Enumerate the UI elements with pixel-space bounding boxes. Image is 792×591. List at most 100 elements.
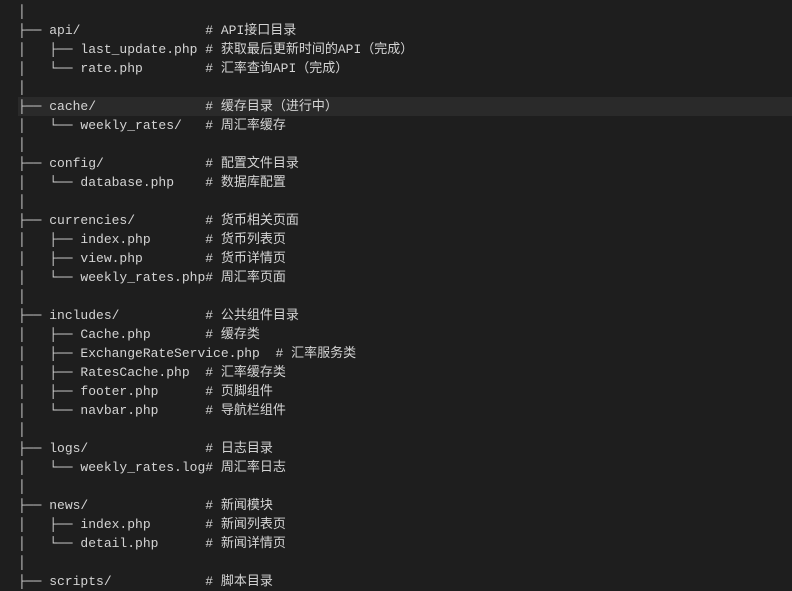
tree-line: │ └── rate.php # 汇率查询API（完成） bbox=[18, 59, 792, 78]
padding bbox=[151, 232, 206, 247]
tree-line: │ ├── index.php # 货币列表页 bbox=[18, 230, 792, 249]
tree-connector: │ bbox=[18, 194, 26, 209]
comment-hash: # bbox=[205, 156, 221, 171]
tree-connector: ├── bbox=[18, 574, 49, 589]
padding bbox=[182, 118, 205, 133]
tree-line: ├── includes/ # 公共组件目录 bbox=[18, 306, 792, 325]
comment-text: 周汇率缓存 bbox=[221, 118, 286, 133]
file-name: config/ bbox=[49, 156, 104, 171]
tree-connector: │ bbox=[18, 289, 26, 304]
tree-connector: │ ├── bbox=[18, 232, 80, 247]
tree-line: │ bbox=[18, 477, 792, 496]
tree-line: │ bbox=[18, 553, 792, 572]
padding bbox=[143, 251, 205, 266]
comment-hash: # bbox=[205, 403, 221, 418]
tree-connector: │ └── bbox=[18, 61, 80, 76]
file-name: weekly_rates.log bbox=[80, 460, 205, 475]
file-name: database.php bbox=[80, 175, 174, 190]
tree-connector: │ bbox=[18, 555, 26, 570]
comment-hash: # bbox=[205, 270, 221, 285]
padding bbox=[88, 498, 205, 513]
comment-hash: # bbox=[205, 536, 221, 551]
tree-line: │ └── detail.php # 新闻详情页 bbox=[18, 534, 792, 553]
comment-text: 缓存类 bbox=[221, 327, 260, 342]
tree-connector: │ bbox=[18, 422, 26, 437]
comment-text: 获取最后更新时间的API（完成） bbox=[221, 42, 413, 57]
comment-hash: # bbox=[205, 213, 221, 228]
file-name: index.php bbox=[80, 517, 150, 532]
tree-line: │ ├── last_update.php # 获取最后更新时间的API（完成） bbox=[18, 40, 792, 59]
tree-connector: ├── bbox=[18, 441, 49, 456]
file-name: includes/ bbox=[49, 308, 119, 323]
file-name: index.php bbox=[80, 232, 150, 247]
padding bbox=[190, 365, 206, 380]
file-name: ExchangeRateService.php bbox=[80, 346, 259, 361]
file-name: currencies/ bbox=[49, 213, 135, 228]
tree-line: │ └── weekly_rates/ # 周汇率缓存 bbox=[18, 116, 792, 135]
comment-text: 汇率服务类 bbox=[291, 346, 356, 361]
padding bbox=[119, 308, 205, 323]
padding bbox=[174, 175, 205, 190]
comment-hash: # bbox=[275, 346, 291, 361]
comment-text: 货币列表页 bbox=[221, 232, 286, 247]
tree-connector: │ bbox=[18, 4, 26, 19]
comment-text: 周汇率页面 bbox=[221, 270, 286, 285]
comment-text: 货币详情页 bbox=[221, 251, 286, 266]
tree-connector: ├── bbox=[18, 498, 49, 513]
tree-connector: │ ├── bbox=[18, 251, 80, 266]
tree-connector: ├── bbox=[18, 213, 49, 228]
comment-hash: # bbox=[205, 460, 221, 475]
tree-line: ├── news/ # 新闻模块 bbox=[18, 496, 792, 515]
tree-line: │ └── navbar.php # 导航栏组件 bbox=[18, 401, 792, 420]
tree-line: │ └── weekly_rates.php# 周汇率页面 bbox=[18, 268, 792, 287]
comment-hash: # bbox=[205, 175, 221, 190]
tree-connector: │ ├── bbox=[18, 327, 80, 342]
file-name: view.php bbox=[80, 251, 142, 266]
comment-text: 缓存目录（进行中） bbox=[221, 99, 338, 114]
tree-connector: │ ├── bbox=[18, 384, 80, 399]
tree-connector: ├── bbox=[18, 308, 49, 323]
comment-text: 数据库配置 bbox=[221, 175, 286, 190]
comment-hash: # bbox=[205, 498, 221, 513]
padding bbox=[80, 23, 205, 38]
tree-line: │ bbox=[18, 2, 792, 21]
comment-hash: # bbox=[205, 251, 221, 266]
tree-line: │ └── database.php # 数据库配置 bbox=[18, 173, 792, 192]
comment-hash: # bbox=[205, 384, 221, 399]
comment-hash: # bbox=[205, 118, 221, 133]
tree-line: │ bbox=[18, 78, 792, 97]
file-name: weekly_rates/ bbox=[80, 118, 181, 133]
tree-line: │ ├── ExchangeRateService.php # 汇率服务类 bbox=[18, 344, 792, 363]
tree-connector: │ bbox=[18, 80, 26, 95]
comment-hash: # bbox=[205, 308, 221, 323]
padding bbox=[158, 536, 205, 551]
padding bbox=[260, 346, 276, 361]
comment-hash: # bbox=[205, 441, 221, 456]
comment-text: 新闻列表页 bbox=[221, 517, 286, 532]
tree-connector: ├── bbox=[18, 99, 49, 114]
comment-hash: # bbox=[205, 574, 221, 589]
tree-line: │ ├── Cache.php # 缓存类 bbox=[18, 325, 792, 344]
tree-connector: │ ├── bbox=[18, 42, 80, 57]
tree-connector: ├── bbox=[18, 23, 49, 38]
comment-hash: # bbox=[205, 23, 221, 38]
comment-hash: # bbox=[205, 517, 221, 532]
tree-line: │ bbox=[18, 287, 792, 306]
comment-text: 汇率缓存类 bbox=[221, 365, 286, 380]
comment-hash: # bbox=[205, 61, 221, 76]
file-name: scripts/ bbox=[49, 574, 111, 589]
comment-text: 新闻详情页 bbox=[221, 536, 286, 551]
tree-line: ├── currencies/ # 货币相关页面 bbox=[18, 211, 792, 230]
padding bbox=[96, 99, 205, 114]
tree-line: ├── scripts/ # 脚本目录 bbox=[18, 572, 792, 591]
tree-line: ├── logs/ # 日志目录 bbox=[18, 439, 792, 458]
comment-text: 日志目录 bbox=[221, 441, 273, 456]
tree-line: │ bbox=[18, 420, 792, 439]
tree-connector: │ └── bbox=[18, 175, 80, 190]
comment-hash: # bbox=[205, 99, 221, 114]
file-name: footer.php bbox=[80, 384, 158, 399]
tree-connector: │ └── bbox=[18, 270, 80, 285]
file-name: logs/ bbox=[49, 441, 88, 456]
comment-hash: # bbox=[205, 232, 221, 247]
padding bbox=[158, 403, 205, 418]
